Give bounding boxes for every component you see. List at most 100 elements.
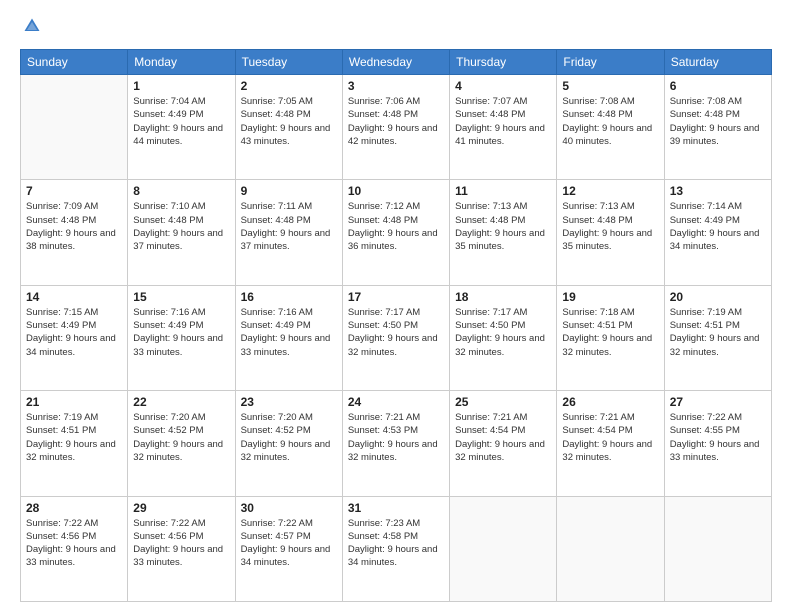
day-number: 10 <box>348 184 444 198</box>
day-info: Sunrise: 7:07 AMSunset: 4:48 PMDaylight:… <box>455 95 551 148</box>
day-number: 16 <box>241 290 337 304</box>
calendar-cell: 23 Sunrise: 7:20 AMSunset: 4:52 PMDayligh… <box>235 391 342 496</box>
weekday-header: Sunday <box>21 50 128 75</box>
calendar-cell: 18 Sunrise: 7:17 AMSunset: 4:50 PMDayligh… <box>450 285 557 390</box>
day-info: Sunrise: 7:13 AMSunset: 4:48 PMDaylight:… <box>455 200 551 253</box>
day-number: 24 <box>348 395 444 409</box>
calendar-cell: 17 Sunrise: 7:17 AMSunset: 4:50 PMDayligh… <box>342 285 449 390</box>
day-number: 12 <box>562 184 658 198</box>
calendar-cell <box>21 75 128 180</box>
day-number: 2 <box>241 79 337 93</box>
calendar-cell: 27Sunrise: 7:22 AMSunset: 4:55 PMDayligh… <box>664 391 771 496</box>
day-number: 19 <box>562 290 658 304</box>
day-number: 8 <box>133 184 229 198</box>
calendar-cell <box>450 496 557 601</box>
calendar-week-row: 14 Sunrise: 7:15 AMSunset: 4:49 PMDayligh… <box>21 285 772 390</box>
calendar-week-row: 21Sunrise: 7:19 AMSunset: 4:51 PMDayligh… <box>21 391 772 496</box>
day-info: Sunrise: 7:08 AMSunset: 4:48 PMDaylight:… <box>562 95 658 148</box>
day-info: Sunrise: 7:13 AMSunset: 4:48 PMDaylight:… <box>562 200 658 253</box>
calendar-cell: 12 Sunrise: 7:13 AMSunset: 4:48 PMDayligh… <box>557 180 664 285</box>
weekday-header: Saturday <box>664 50 771 75</box>
day-info: Sunrise: 7:22 AMSunset: 4:56 PMDaylight:… <box>26 517 122 570</box>
day-number: 11 <box>455 184 551 198</box>
day-info: Sunrise: 7:15 AMSunset: 4:49 PMDaylight:… <box>26 306 122 359</box>
day-info: Sunrise: 7:22 AMSunset: 4:55 PMDaylight:… <box>670 411 766 464</box>
day-info: Sunrise: 7:20 AMSunset: 4:52 PMDaylight:… <box>133 411 229 464</box>
calendar-cell: 29Sunrise: 7:22 AMSunset: 4:56 PMDayligh… <box>128 496 235 601</box>
calendar-cell: 13 Sunrise: 7:14 AMSunset: 4:49 PMDayligh… <box>664 180 771 285</box>
calendar-header-row: SundayMondayTuesdayWednesdayThursdayFrid… <box>21 50 772 75</box>
calendar-cell: 4 Sunrise: 7:07 AMSunset: 4:48 PMDaylight… <box>450 75 557 180</box>
calendar-cell: 25Sunrise: 7:21 AMSunset: 4:54 PMDayligh… <box>450 391 557 496</box>
calendar-cell: 22Sunrise: 7:20 AMSunset: 4:52 PMDayligh… <box>128 391 235 496</box>
page: SundayMondayTuesdayWednesdayThursdayFrid… <box>0 0 792 612</box>
calendar-cell: 15 Sunrise: 7:16 AMSunset: 4:49 PMDayligh… <box>128 285 235 390</box>
day-number: 23 <box>241 395 337 409</box>
day-info: Sunrise: 7:14 AMSunset: 4:49 PMDaylight:… <box>670 200 766 253</box>
day-number: 3 <box>348 79 444 93</box>
day-number: 4 <box>455 79 551 93</box>
day-info: Sunrise: 7:22 AMSunset: 4:57 PMDaylight:… <box>241 517 337 570</box>
calendar-cell: 8 Sunrise: 7:10 AMSunset: 4:48 PMDaylight… <box>128 180 235 285</box>
weekday-header: Monday <box>128 50 235 75</box>
day-number: 28 <box>26 501 122 515</box>
calendar: SundayMondayTuesdayWednesdayThursdayFrid… <box>20 49 772 602</box>
calendar-cell: 5 Sunrise: 7:08 AMSunset: 4:48 PMDaylight… <box>557 75 664 180</box>
calendar-cell: 28 Sunrise: 7:22 AMSunset: 4:56 PMDayligh… <box>21 496 128 601</box>
weekday-header: Wednesday <box>342 50 449 75</box>
day-info: Sunrise: 7:17 AMSunset: 4:50 PMDaylight:… <box>455 306 551 359</box>
calendar-cell: 20Sunrise: 7:19 AMSunset: 4:51 PMDayligh… <box>664 285 771 390</box>
day-number: 18 <box>455 290 551 304</box>
day-info: Sunrise: 7:16 AMSunset: 4:49 PMDaylight:… <box>241 306 337 359</box>
day-info: Sunrise: 7:17 AMSunset: 4:50 PMDaylight:… <box>348 306 444 359</box>
calendar-week-row: 28 Sunrise: 7:22 AMSunset: 4:56 PMDayligh… <box>21 496 772 601</box>
day-info: Sunrise: 7:16 AMSunset: 4:49 PMDaylight:… <box>133 306 229 359</box>
calendar-cell: 7 Sunrise: 7:09 AMSunset: 4:48 PMDaylight… <box>21 180 128 285</box>
calendar-week-row: 7 Sunrise: 7:09 AMSunset: 4:48 PMDaylight… <box>21 180 772 285</box>
day-info: Sunrise: 7:08 AMSunset: 4:48 PMDaylight:… <box>670 95 766 148</box>
day-number: 29 <box>133 501 229 515</box>
day-number: 9 <box>241 184 337 198</box>
calendar-cell: 21Sunrise: 7:19 AMSunset: 4:51 PMDayligh… <box>21 391 128 496</box>
day-info: Sunrise: 7:06 AMSunset: 4:48 PMDaylight:… <box>348 95 444 148</box>
calendar-cell: 31Sunrise: 7:23 AMSunset: 4:58 PMDayligh… <box>342 496 449 601</box>
weekday-header: Tuesday <box>235 50 342 75</box>
calendar-cell <box>557 496 664 601</box>
day-number: 30 <box>241 501 337 515</box>
day-number: 1 <box>133 79 229 93</box>
day-number: 15 <box>133 290 229 304</box>
day-number: 6 <box>670 79 766 93</box>
day-number: 7 <box>26 184 122 198</box>
calendar-cell <box>664 496 771 601</box>
weekday-header: Thursday <box>450 50 557 75</box>
day-info: Sunrise: 7:19 AMSunset: 4:51 PMDaylight:… <box>26 411 122 464</box>
calendar-cell: 2 Sunrise: 7:05 AMSunset: 4:48 PMDaylight… <box>235 75 342 180</box>
day-info: Sunrise: 7:20 AMSunset: 4:52 PMDaylight:… <box>241 411 337 464</box>
day-number: 17 <box>348 290 444 304</box>
weekday-header: Friday <box>557 50 664 75</box>
day-info: Sunrise: 7:21 AMSunset: 4:54 PMDaylight:… <box>562 411 658 464</box>
day-number: 5 <box>562 79 658 93</box>
calendar-cell: 24 Sunrise: 7:21 AMSunset: 4:53 PMDayligh… <box>342 391 449 496</box>
day-info: Sunrise: 7:09 AMSunset: 4:48 PMDaylight:… <box>26 200 122 253</box>
day-number: 25 <box>455 395 551 409</box>
day-info: Sunrise: 7:05 AMSunset: 4:48 PMDaylight:… <box>241 95 337 148</box>
day-number: 14 <box>26 290 122 304</box>
day-number: 20 <box>670 290 766 304</box>
calendar-cell: 3 Sunrise: 7:06 AMSunset: 4:48 PMDaylight… <box>342 75 449 180</box>
day-info: Sunrise: 7:10 AMSunset: 4:48 PMDaylight:… <box>133 200 229 253</box>
day-number: 31 <box>348 501 444 515</box>
calendar-cell: 11 Sunrise: 7:13 AMSunset: 4:48 PMDayligh… <box>450 180 557 285</box>
logo <box>20 16 44 39</box>
day-number: 13 <box>670 184 766 198</box>
calendar-cell: 1 Sunrise: 7:04 AMSunset: 4:49 PMDaylight… <box>128 75 235 180</box>
calendar-cell: 30 Sunrise: 7:22 AMSunset: 4:57 PMDayligh… <box>235 496 342 601</box>
calendar-cell: 14 Sunrise: 7:15 AMSunset: 4:49 PMDayligh… <box>21 285 128 390</box>
day-info: Sunrise: 7:04 AMSunset: 4:49 PMDaylight:… <box>133 95 229 148</box>
logo-icon <box>22 16 42 36</box>
calendar-week-row: 1 Sunrise: 7:04 AMSunset: 4:49 PMDaylight… <box>21 75 772 180</box>
calendar-cell: 26Sunrise: 7:21 AMSunset: 4:54 PMDayligh… <box>557 391 664 496</box>
day-info: Sunrise: 7:21 AMSunset: 4:53 PMDaylight:… <box>348 411 444 464</box>
day-info: Sunrise: 7:12 AMSunset: 4:48 PMDaylight:… <box>348 200 444 253</box>
day-info: Sunrise: 7:18 AMSunset: 4:51 PMDaylight:… <box>562 306 658 359</box>
